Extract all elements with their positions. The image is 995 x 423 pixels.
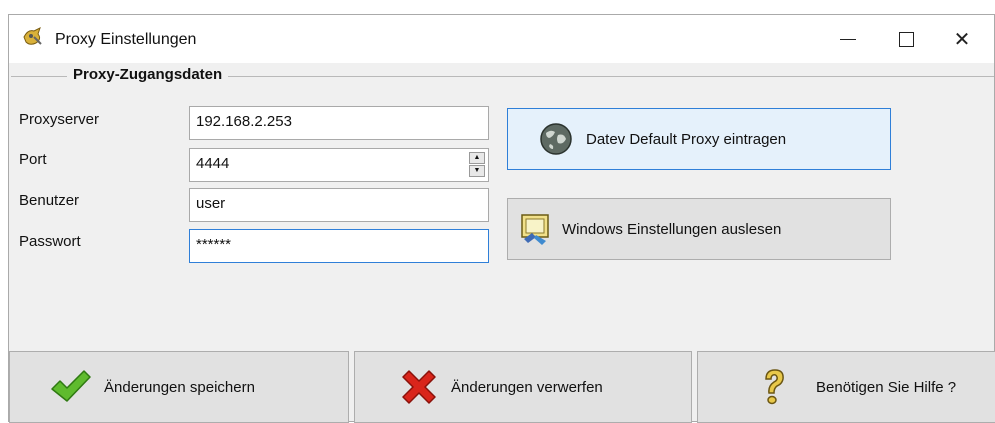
minimize-icon <box>840 38 856 40</box>
close-icon: ✕ <box>953 28 971 51</box>
red-x-icon <box>397 365 441 409</box>
benutzer-label: Benutzer <box>19 192 80 209</box>
checkmark-icon <box>48 365 92 409</box>
help-button-label: Benötigen Sie Hilfe ? <box>816 378 957 396</box>
title-bar: Proxy Einstellungen ✕ <box>9 15 994 63</box>
port-label: Port <box>19 151 47 168</box>
port-spin-buttons: ▲ ▼ <box>469 152 485 178</box>
discard-button-label: Änderungen verwerfen <box>451 378 603 396</box>
spin-up-button[interactable]: ▲ <box>469 152 485 164</box>
windows-button-label: Windows Einstellungen auslesen <box>562 220 782 238</box>
spin-down-button[interactable]: ▼ <box>469 165 485 177</box>
passwort-input[interactable]: ****** <box>189 229 489 263</box>
globe-icon <box>538 121 574 157</box>
windows-settings-icon <box>518 211 554 247</box>
passwort-label: Passwort <box>19 233 81 250</box>
footer-button-bar: Änderungen speichern Änderungen verwerfe… <box>9 351 995 423</box>
maximize-button[interactable] <box>882 15 930 63</box>
proxyserver-input[interactable]: 192.168.2.253 <box>189 106 489 140</box>
datev-button-label: Datev Default Proxy eintragen <box>586 130 787 148</box>
benutzer-input[interactable]: user <box>189 188 489 222</box>
datev-default-proxy-button[interactable]: Datev Default Proxy eintragen <box>507 108 891 170</box>
proxy-app-icon <box>22 25 44 47</box>
help-button[interactable]: Benötigen Sie Hilfe ? <box>697 351 995 423</box>
group-legend: Proxy-Zugangsdaten <box>67 66 229 83</box>
discard-changes-button[interactable]: Änderungen verwerfen <box>354 351 692 423</box>
save-button-label: Änderungen speichern <box>104 378 255 396</box>
window-title: Proxy Einstellungen <box>55 31 197 48</box>
proxy-settings-window: Proxy Einstellungen ✕ Proxy-Zugangsdaten… <box>8 14 995 423</box>
close-button[interactable]: ✕ <box>938 15 986 63</box>
port-stepper[interactable]: 4444 ▲ ▼ <box>189 148 489 182</box>
save-changes-button[interactable]: Änderungen speichern <box>9 351 349 423</box>
question-mark-icon <box>752 365 796 409</box>
port-value: 4444 <box>196 155 230 172</box>
minimize-button[interactable] <box>824 15 872 63</box>
proxyserver-label: Proxyserver <box>19 111 100 128</box>
maximize-icon <box>898 31 914 47</box>
windows-settings-button[interactable]: Windows Einstellungen auslesen <box>507 198 891 260</box>
